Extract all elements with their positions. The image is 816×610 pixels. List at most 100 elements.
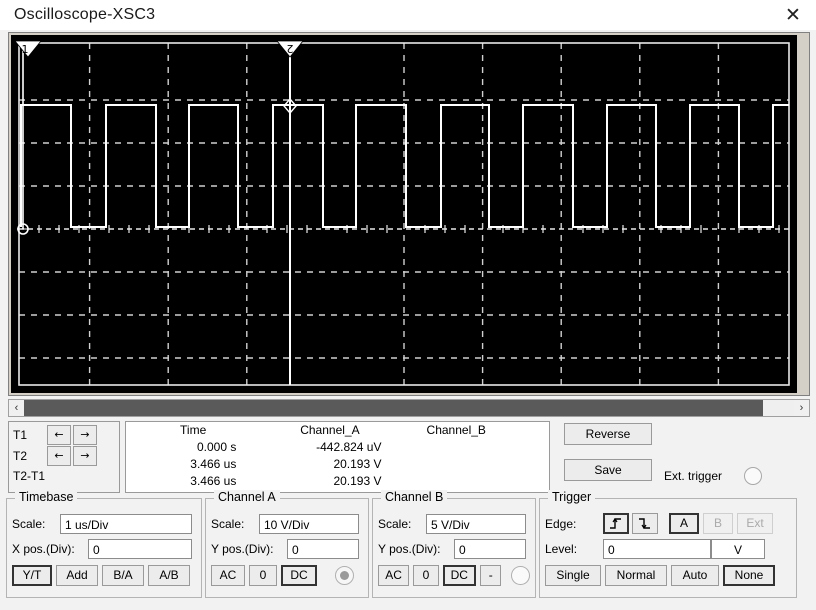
table-row: 3.466 us 20.193 V (126, 456, 549, 473)
trigger-source-b: B (703, 513, 733, 534)
timebase-xpos-row: X pos.(Div): 0 (12, 536, 196, 561)
channel-a-coupling-dc[interactable]: DC (281, 565, 317, 586)
cell-time: 3.466 us (190, 474, 237, 488)
cell-channel-a: 20.193 V (333, 474, 382, 488)
cursor-t2-label: T2 (13, 448, 28, 463)
channel-a-coupling-gnd[interactable]: 0 (249, 565, 277, 586)
channel-a-scale-input[interactable]: 10 V/Div (259, 513, 359, 534)
cursor-control-panel: T1 ← → T2 ← → T2-T1 (8, 421, 120, 493)
timebase-mode-ab[interactable]: A/B (148, 565, 190, 586)
cell-time: 0.000 s (196, 440, 237, 454)
channel-a-coupling-row: AC 0 DC (211, 563, 363, 588)
readout-row: T1 ← → T2 ← → T2-T1 Time Channel_A Chann… (8, 421, 810, 496)
svg-text:2: 2 (287, 42, 294, 55)
cell-channel-a: 20.193 V (333, 457, 382, 471)
trigger-level-unit[interactable]: V (711, 538, 765, 559)
timebase-scale-label: Scale: (12, 516, 46, 531)
channel-b-scale-label: Scale: (378, 516, 412, 531)
window-title: Oscilloscope-XSC3 (14, 6, 156, 23)
trigger-source-a[interactable]: A (669, 513, 699, 534)
channel-b-scale-row: Scale: 5 V/Div (378, 511, 530, 536)
trigger-mode-row: Single Normal Auto None (545, 563, 791, 588)
channel-b-title: Channel B (381, 490, 448, 504)
trigger-edge-label: Edge: (545, 516, 577, 531)
svg-text:1: 1 (22, 43, 29, 56)
trigger-level-label: Level: (545, 541, 578, 556)
timebase-title: Timebase (15, 490, 78, 504)
falling-edge-icon[interactable] (632, 513, 658, 534)
waveform-plot: 1 2 (11, 35, 797, 393)
oscilloscope-window: Oscilloscope-XSC3 ✕ 1 2 ‹ › T1 ← → T2 ← … (0, 0, 816, 610)
cursor-t1-label: T1 (13, 427, 28, 442)
t2-right-arrow-icon[interactable]: → (73, 445, 97, 466)
timebase-mode-row: Y/T Add B/A A/B (12, 563, 196, 588)
channel-a-ypos-label: Y pos.(Div): (211, 541, 274, 556)
timebase-mode-add[interactable]: Add (56, 565, 98, 586)
channel-b-coupling-row: AC 0 DC - (378, 563, 530, 588)
cursor-delta-label: T2-T1 (13, 469, 46, 483)
timebase-mode-ba[interactable]: B/A (102, 565, 144, 586)
trigger-mode-none[interactable]: None (723, 565, 775, 586)
column-header-channel-b: Channel_B (426, 423, 486, 437)
timebase-xpos-input[interactable]: 0 (88, 538, 192, 559)
trigger-edge-row: Edge: A B Ext (545, 511, 791, 536)
channel-a-color-indicator[interactable] (335, 566, 354, 585)
table-row: 3.466 us 20.193 V (126, 473, 549, 490)
channel-a-title: Channel A (214, 490, 280, 504)
timebase-mode-yt[interactable]: Y/T (12, 565, 52, 586)
channel-b-coupling-ac[interactable]: AC (378, 565, 410, 586)
trigger-level-input[interactable]: 0 (603, 538, 711, 559)
chevron-right-icon[interactable]: › (794, 400, 809, 416)
trigger-mode-auto[interactable]: Auto (671, 565, 719, 586)
rising-edge-icon[interactable] (603, 513, 629, 534)
trigger-group: Trigger Edge: A B Ext Level: 0 V Single … (539, 490, 797, 598)
channel-b-color-indicator[interactable] (511, 566, 530, 585)
control-groups: Timebase Scale: 1 us/Div X pos.(Div): 0 … (6, 490, 812, 610)
table-row: 0.000 s -442.824 uV (126, 439, 549, 456)
ext-trigger-indicator[interactable] (744, 467, 762, 485)
scope-display[interactable]: 1 2 (11, 35, 797, 393)
cursor-t2-row: T2 ← → (13, 445, 119, 466)
t2-left-arrow-icon[interactable]: ← (47, 445, 71, 466)
channel-a-ypos-input[interactable]: 0 (287, 538, 359, 559)
close-icon[interactable]: ✕ (780, 2, 806, 28)
trigger-mode-single[interactable]: Single (545, 565, 601, 586)
channel-a-ypos-row: Y pos.(Div): 0 (211, 536, 363, 561)
scope-screen-container: 1 2 (8, 32, 810, 396)
waveform-scrollbar[interactable]: ‹ › (8, 399, 810, 417)
timebase-xpos-label: X pos.(Div): (12, 541, 75, 556)
column-header-channel-a: Channel_A (300, 423, 360, 437)
column-header-time: Time (180, 423, 207, 437)
reverse-button[interactable]: Reverse (564, 423, 652, 445)
timebase-scale-row: Scale: 1 us/Div (12, 511, 196, 536)
t1-left-arrow-icon[interactable]: ← (47, 424, 71, 445)
trigger-title: Trigger (548, 490, 596, 504)
channel-b-scale-input[interactable]: 5 V/Div (426, 513, 526, 534)
channel-b-coupling-gnd[interactable]: 0 (413, 565, 439, 586)
channel-b-invert[interactable]: - (479, 565, 502, 586)
timebase-group: Timebase Scale: 1 us/Div X pos.(Div): 0 … (6, 490, 202, 598)
channel-a-coupling-ac[interactable]: AC (211, 565, 245, 586)
scrollbar-thumb[interactable] (24, 400, 764, 416)
cell-channel-b (399, 439, 549, 456)
trigger-level-row: Level: 0 V (545, 536, 791, 561)
cell-channel-a: -442.824 uV (316, 440, 382, 454)
cell-time: 3.466 us (190, 457, 237, 471)
save-button[interactable]: Save (564, 459, 652, 481)
channel-b-ypos-label: Y pos.(Div): (378, 541, 441, 556)
channel-b-ypos-input[interactable]: 0 (454, 538, 526, 559)
channel-a-scale-row: Scale: 10 V/Div (211, 511, 363, 536)
channel-b-ypos-row: Y pos.(Div): 0 (378, 536, 530, 561)
action-panel: Reverse Save Ext. trigger (556, 421, 788, 493)
chevron-left-icon[interactable]: ‹ (9, 400, 24, 416)
trigger-mode-normal[interactable]: Normal (605, 565, 667, 586)
channel-b-coupling-dc[interactable]: DC (442, 565, 476, 586)
title-bar: Oscilloscope-XSC3 ✕ (0, 0, 816, 30)
cell-channel-b (399, 456, 549, 473)
ext-trigger-label: Ext. trigger (664, 469, 723, 483)
channel-a-group: Channel A Scale: 10 V/Div Y pos.(Div): 0… (205, 490, 369, 598)
timebase-scale-input[interactable]: 1 us/Div (60, 513, 192, 534)
t1-right-arrow-icon[interactable]: → (73, 424, 97, 445)
scrollbar-track[interactable] (24, 400, 794, 416)
table-header-row: Time Channel_A Channel_B (126, 422, 549, 439)
